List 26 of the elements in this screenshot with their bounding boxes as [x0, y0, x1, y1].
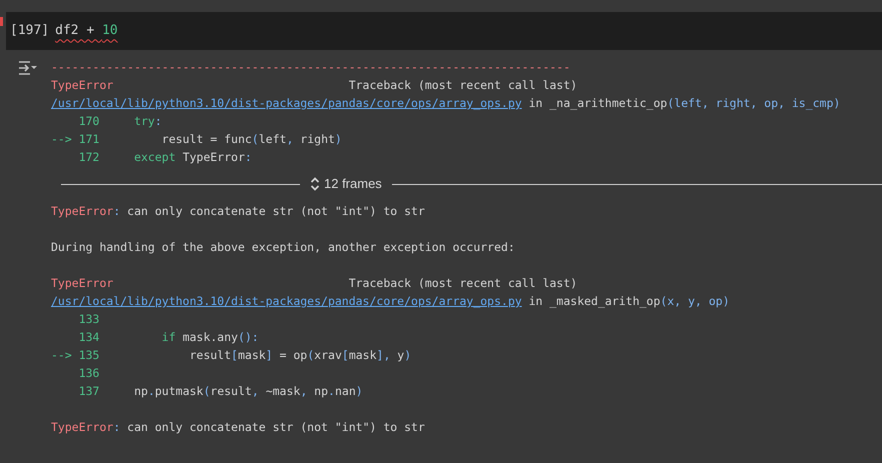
output-line: 137 np.putmask(result, ~mask, np.nan)	[78, 384, 363, 398]
output-line: 172 except TypeError:	[78, 150, 252, 164]
output-line: 136	[78, 366, 100, 380]
output-line: TypeError Traceback (most recent call last)	[51, 276, 578, 290]
expand-icon	[310, 176, 320, 192]
file-link[interactable]: /usr/local/lib/python3.10/dist-packages/pandas/core/ops/array_ops.py	[51, 292, 522, 310]
traceback-text: (x, y, op)	[660, 293, 730, 310]
error-marker-icon	[0, 17, 3, 26]
output-line: ---------------------------------------------------------------------------	[51, 60, 570, 74]
traceback-text: in _na_arithmetic_op	[528, 95, 668, 112]
output-toggle-icon[interactable]	[16, 59, 38, 77]
output-line: TypeError: can only concatenate str (not "int") to str	[51, 420, 425, 434]
execution-count: [197]	[10, 22, 50, 40]
output-line: TypeError Traceback (most recent call last)	[51, 78, 578, 92]
file-link[interactable]: /usr/local/lib/python3.10/dist-packages/pandas/core/ops/array_ops.py	[51, 94, 522, 112]
traceback-text: (left, right, op, is_cmp)	[667, 95, 840, 112]
traceback-text: in _masked_arith_op	[528, 293, 660, 310]
frames-toggle[interactable]: 12 frames	[300, 174, 392, 194]
output-line: TypeError: can only concatenate str (not "int") to str	[51, 204, 425, 218]
output-line: --> 171 result = func(left, right)	[51, 132, 342, 146]
output-line: --> 135 result[mask] = op(xrav[mask], y)	[51, 348, 412, 362]
code-input[interactable]: df2 + 10	[55, 21, 118, 41]
output-line: 133	[78, 312, 100, 326]
output-line: 134 if mask.any():	[78, 330, 259, 344]
output-line: 170 try:	[78, 114, 162, 128]
output-line: During handling of the above exception, another exception occurred:	[51, 240, 515, 254]
